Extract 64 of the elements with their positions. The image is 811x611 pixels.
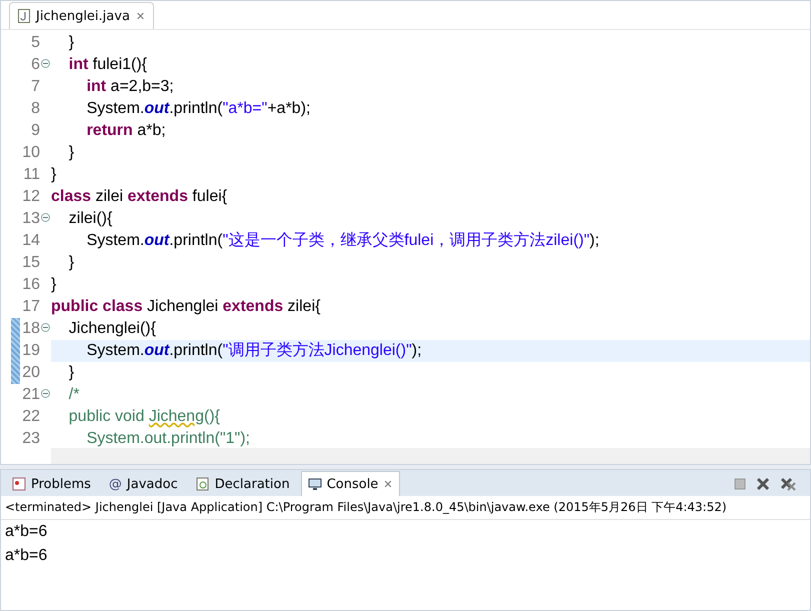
line-number: 22 — [21, 408, 40, 426]
code-line: } — [68, 363, 76, 383]
at-sign-icon: @ — [108, 476, 122, 492]
line-number: 16 — [21, 276, 40, 294]
tab-label: Jichenglei.java — [36, 8, 130, 24]
line-number: 21 — [21, 386, 40, 404]
code-line: int fulei1(){ — [68, 55, 148, 75]
line-number: 15 — [21, 254, 40, 272]
line-number: 19 — [21, 342, 40, 360]
code-line: } — [68, 33, 76, 53]
problems-icon — [12, 477, 26, 491]
view-tab[interactable]: Console ✕ — [300, 471, 400, 496]
code-line: } — [51, 275, 58, 295]
code-line: zilei(){ — [68, 209, 114, 229]
view-tab[interactable]: Declaration — [188, 471, 297, 496]
tab-label: Declaration — [214, 476, 290, 492]
close-icon[interactable]: ✕ — [136, 10, 146, 22]
line-number: 23 — [21, 430, 40, 448]
code-line: Jichenglei(){ — [68, 319, 157, 339]
line-number: 12 — [21, 188, 40, 206]
code-line: } — [68, 143, 76, 163]
remove-all-icon[interactable] — [780, 477, 796, 491]
close-icon[interactable]: ✕ — [383, 478, 393, 490]
tab-label: Javadoc — [126, 476, 178, 492]
code-line: System.out.println("1"); — [86, 429, 251, 448]
line-number: 7 — [30, 78, 40, 96]
fold-icon[interactable] — [41, 389, 50, 398]
view-tab[interactable]: Problems — [5, 471, 98, 496]
horizontal-scrollbar[interactable] — [51, 448, 810, 464]
code-line: return a*b; — [86, 121, 167, 141]
code-line: int a=2,b=3; — [86, 77, 175, 97]
code-line: public class Jichenglei extends zilei{ — [51, 297, 322, 317]
fold-icon[interactable] — [41, 59, 50, 68]
tab-label: Console — [326, 476, 378, 492]
view-tab[interactable]: @ Javadoc — [102, 471, 185, 496]
line-number: 10 — [21, 144, 40, 162]
code-line: } — [51, 165, 58, 185]
line-number: 14 — [21, 232, 40, 250]
code-line: /* — [68, 385, 80, 405]
line-number: 20 — [21, 364, 40, 382]
code-line: System.out.println("这是一个子类，继承父类fulei，调用子类方法zilei()"); — [86, 230, 600, 251]
console-status: <terminated> Jichenglei [Java Application] C:\Program Files\Java\jre1.8.0_45\bin\javaw.exe (2015年5月26日 下午4:43:52) — [1, 496, 810, 520]
line-number: 6 — [30, 56, 40, 74]
remove-launch-icon[interactable] — [756, 477, 770, 491]
monitor-icon — [308, 477, 322, 491]
line-number: 9 — [30, 122, 40, 140]
fold-icon[interactable] — [41, 323, 50, 332]
code-line: } — [68, 253, 76, 273]
line-number: 17 — [21, 298, 40, 316]
declaration-icon — [196, 477, 210, 491]
editor-tab[interactable]: Jichenglei.java ✕ — [9, 2, 154, 29]
line-number: 11 — [22, 166, 40, 184]
fold-icon[interactable] — [41, 213, 50, 222]
code-line: public void Jicheng(){ — [68, 407, 221, 427]
console-output: a*b=6 — [4, 522, 48, 542]
line-number: 18 — [21, 320, 40, 338]
console-output: a*b=6 — [4, 546, 48, 566]
tab-label: Problems — [31, 476, 91, 492]
code-line: class zilei extends fulei{ — [51, 187, 228, 207]
line-number: 13 — [21, 210, 40, 228]
code-line: System.out.println("a*b="+a*b); — [86, 99, 312, 119]
java-file-icon — [18, 9, 30, 23]
line-number: 8 — [30, 100, 40, 118]
line-number: 5 — [30, 34, 40, 52]
